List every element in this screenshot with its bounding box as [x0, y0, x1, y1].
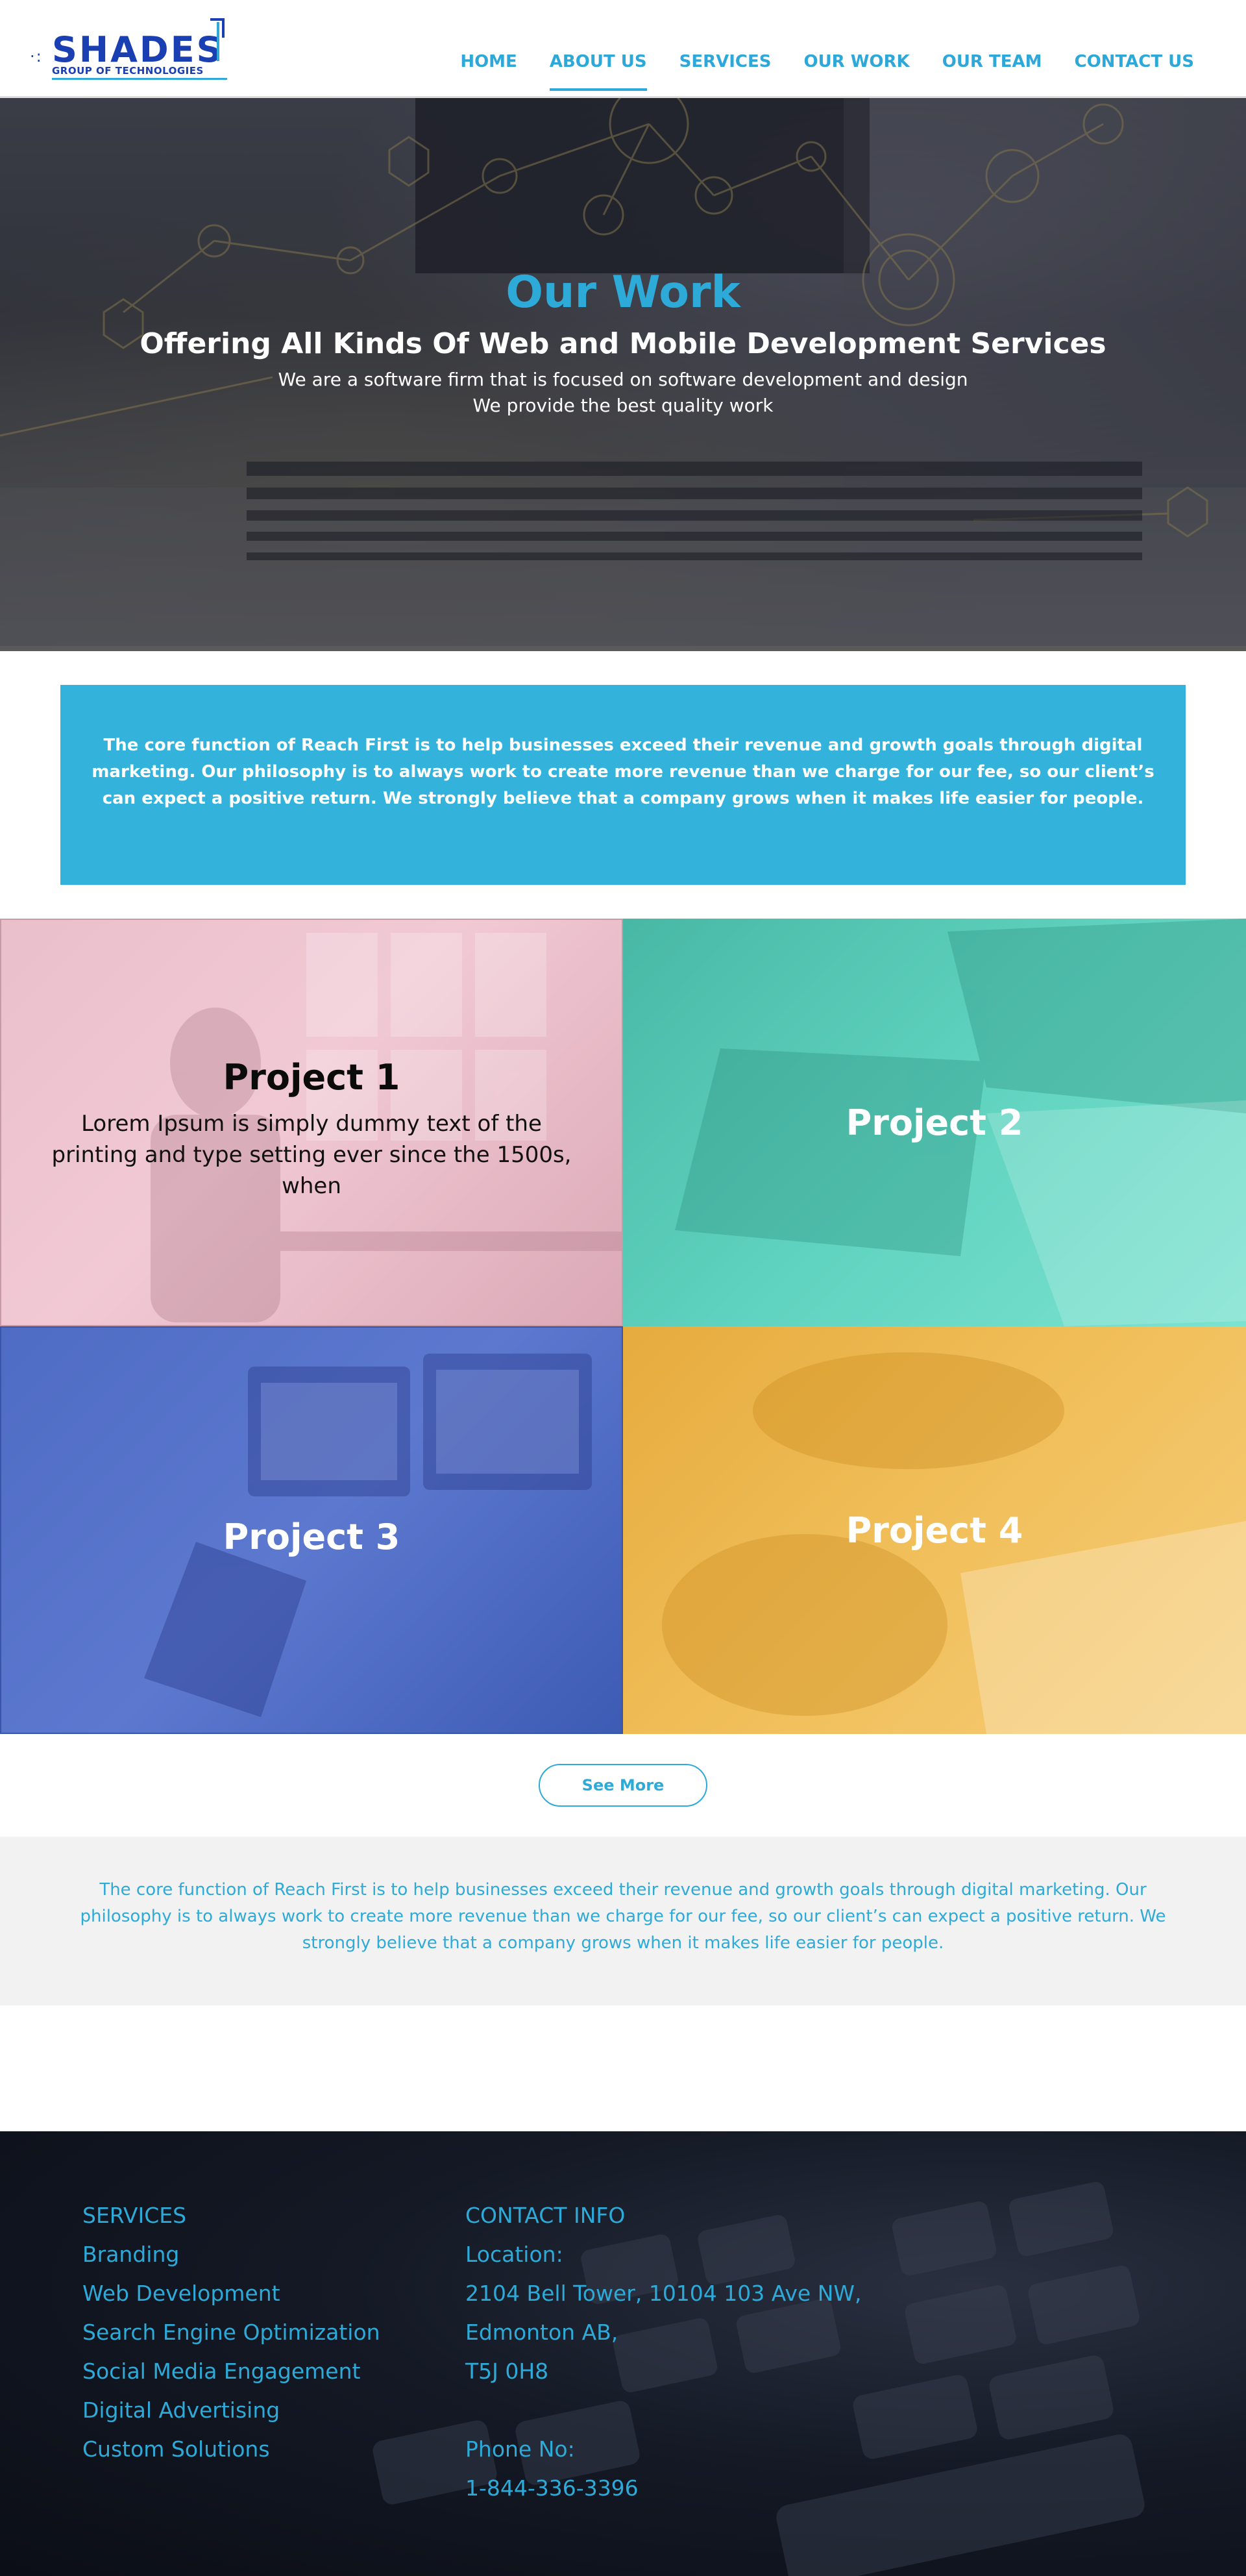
- footer-link-social-media[interactable]: Social Media Engagement: [82, 2352, 465, 2391]
- projects-grid: Project 1 Lorem Ipsum is simply dummy te…: [0, 919, 1246, 1734]
- nav-item-our-team[interactable]: OUR TEAM: [942, 52, 1042, 91]
- intro-text: The core function of Reach First is to h…: [92, 735, 1154, 808]
- hero-line-1: We are a software firm that is focused o…: [278, 369, 968, 390]
- see-more-section: See More: [0, 1734, 1246, 1837]
- nav-item-home[interactable]: HOME: [460, 52, 517, 91]
- footer-link-branding[interactable]: Branding: [82, 2235, 465, 2274]
- hero-content: Our Work Offering All Kinds Of Web and M…: [0, 267, 1246, 419]
- project-2-title: Project 2: [846, 1102, 1023, 1143]
- footer-services-heading: SERVICES: [82, 2203, 187, 2228]
- project-card-1[interactable]: Project 1 Lorem Ipsum is simply dummy te…: [0, 919, 623, 1326]
- footer-location-label: Location:: [465, 2242, 563, 2267]
- footer-link-seo[interactable]: Search Engine Optimization: [82, 2313, 465, 2352]
- footer-columns: SERVICES Branding Web Development Search…: [82, 2196, 862, 2508]
- brand-name: SHADES: [52, 29, 224, 70]
- about-band-text: The core function of Reach First is to h…: [80, 1880, 1166, 1953]
- nav-item-contact-us[interactable]: CONTACT US: [1075, 52, 1195, 91]
- brand-logo[interactable]: ·: SHADES GROUP OF TECHNOLOGIES: [30, 18, 227, 80]
- hero-subtitle: Offering All Kinds Of Web and Mobile Dev…: [140, 327, 1106, 360]
- hero-banner: Our Work Offering All Kinds Of Web and M…: [0, 96, 1246, 651]
- footer-services: SERVICES Branding Web Development Search…: [82, 2196, 465, 2508]
- intro-section: The core function of Reach First is to h…: [0, 651, 1246, 919]
- project-card-2[interactable]: Project 2: [623, 919, 1246, 1326]
- project-card-3[interactable]: Project 3: [0, 1326, 623, 1734]
- hero-line-2: We provide the best quality work: [472, 395, 774, 416]
- footer-spacer: [465, 2391, 848, 2430]
- intro-box: The core function of Reach First is to h…: [60, 685, 1186, 885]
- project-3-title: Project 3: [223, 1516, 400, 1557]
- site-header: ·: SHADES GROUP OF TECHNOLOGIES HOME ABO…: [0, 0, 1246, 96]
- footer-phone-label: Phone No:: [465, 2436, 575, 2462]
- nav-item-about-us[interactable]: ABOUT US: [549, 52, 647, 91]
- footer-link-web-development[interactable]: Web Development: [82, 2274, 465, 2313]
- footer-contact: CONTACT INFO Location: 2104 Bell Tower, …: [465, 2196, 862, 2508]
- project-1-description: Lorem Ipsum is simply dummy text of the …: [51, 1110, 572, 1199]
- project-1-title: Project 1: [223, 1056, 400, 1098]
- footer-link-custom-solutions[interactable]: Custom Solutions: [82, 2430, 465, 2469]
- brand-tagline: GROUP OF TECHNOLOGIES: [52, 65, 204, 77]
- logo-bar-icon: [217, 22, 219, 61]
- nav-item-our-work[interactable]: OUR WORK: [803, 52, 909, 91]
- footer-address-line-2: Edmonton AB,: [465, 2320, 618, 2345]
- footer-contact-heading: CONTACT INFO: [465, 2203, 626, 2228]
- project-card-4[interactable]: Project 4: [623, 1326, 1246, 1734]
- footer-address-line-1: 2104 Bell Tower, 10104 103 Ave NW,: [465, 2281, 862, 2306]
- project-4-title: Project 4: [846, 1509, 1023, 1551]
- footer-link-digital-advertising[interactable]: Digital Advertising: [82, 2391, 465, 2430]
- logo-dots-icon: ·:: [30, 47, 43, 66]
- hero-title: Our Work: [506, 267, 740, 318]
- see-more-button[interactable]: See More: [539, 1764, 707, 1807]
- logo-underline: [52, 78, 227, 80]
- main-nav: HOME ABOUT US SERVICES OUR WORK OUR TEAM…: [460, 52, 1194, 91]
- site-footer: SERVICES Branding Web Development Search…: [0, 2131, 1246, 2576]
- footer-address-line-3: T5J 0H8: [465, 2359, 549, 2384]
- about-band: The core function of Reach First is to h…: [0, 1837, 1246, 2005]
- section-spacer: [0, 2005, 1246, 2131]
- nav-item-services[interactable]: SERVICES: [679, 52, 772, 91]
- footer-phone-number[interactable]: 1-844-336-3396: [465, 2469, 848, 2508]
